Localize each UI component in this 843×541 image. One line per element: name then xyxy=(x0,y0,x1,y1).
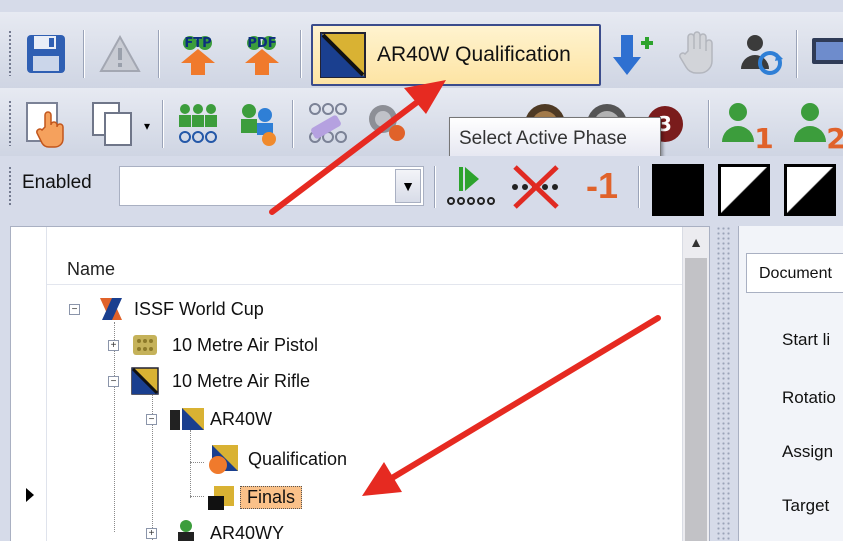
pdf-upload-icon[interactable]: PDF xyxy=(236,28,288,80)
shooter-rank-1-icon[interactable]: 1 xyxy=(718,98,780,154)
event-ribbon-icon xyxy=(100,298,122,320)
hand-select-icon[interactable] xyxy=(22,98,74,150)
assign-label: Assign xyxy=(782,442,834,461)
tree-node-label: AR40W xyxy=(210,408,273,429)
tree-node-label: Qualification xyxy=(248,448,348,469)
tree-node-10m-air-rifle[interactable]: 10 Metre Air Rifle xyxy=(130,364,310,398)
vertical-scrollbar[interactable]: ▲ xyxy=(682,227,709,541)
toolbar-separator xyxy=(708,100,709,148)
expand-toggle[interactable]: + xyxy=(146,528,157,539)
active-phase-label: AR40W Qualification xyxy=(377,43,571,66)
svg-text:2: 2 xyxy=(826,122,843,154)
minus-one-button[interactable]: -1 xyxy=(572,160,632,212)
toolbar-separator xyxy=(300,30,301,78)
tree-line xyxy=(190,496,204,497)
finals-phase-icon xyxy=(208,486,234,510)
youth-rifle-match-icon xyxy=(178,520,194,541)
svg-text:FTP: FTP xyxy=(184,36,211,51)
copy-dropdown-arrow[interactable]: ▾ xyxy=(140,116,154,136)
select-active-phase-button[interactable]: AR40W Qualification xyxy=(311,24,601,86)
copy-document-icon[interactable] xyxy=(88,98,140,150)
half-diagonal-icon[interactable] xyxy=(718,164,770,216)
tree-node-label: ISSF World Cup xyxy=(134,298,264,319)
toolbar-grip[interactable] xyxy=(8,166,12,206)
filter-combobox[interactable]: ▼ xyxy=(119,166,424,206)
save-icon[interactable] xyxy=(22,30,70,78)
toolbar-grip[interactable] xyxy=(8,30,12,76)
toolbar-separator xyxy=(796,30,797,78)
tree-node-label: 10 Metre Air Pistol xyxy=(172,334,319,355)
toolbar-separator xyxy=(638,166,639,208)
shooters-erase-icon[interactable] xyxy=(302,98,354,150)
expand-toggle[interactable]: + xyxy=(108,340,119,351)
target-remove-icon[interactable] xyxy=(362,98,414,150)
tooltip-text: Select Active Phase xyxy=(459,128,627,149)
target-label: Target xyxy=(782,496,830,515)
scrollbar-thumb[interactable] xyxy=(685,258,707,541)
panel-splitter[interactable] xyxy=(717,226,731,541)
column-header-name: Name xyxy=(67,259,116,279)
chevron-down-icon[interactable]: ▼ xyxy=(395,169,421,203)
tree-node-finals[interactable]: Finals xyxy=(206,480,303,514)
qualification-phase-icon xyxy=(209,445,238,474)
import-arrow-icon[interactable] xyxy=(608,28,660,80)
tree-node-label: AR40WY xyxy=(210,522,285,541)
tree-node-qualification[interactable]: Qualification xyxy=(206,442,347,476)
rifle-match-icon xyxy=(170,408,204,430)
shooters-group-icon[interactable] xyxy=(172,98,224,150)
rotation-label: Rotatio xyxy=(782,388,836,407)
tree-node-label: 10 Metre Air Rifle xyxy=(172,370,311,391)
hand-cursor-disabled-icon[interactable] xyxy=(672,28,724,80)
ftp-upload-icon[interactable]: FTP xyxy=(172,28,224,80)
toolbar-separator xyxy=(162,100,163,148)
svg-text:PDF: PDF xyxy=(247,36,276,51)
user-sync-icon[interactable] xyxy=(734,28,786,80)
tree-line xyxy=(190,462,204,463)
tree-node-issf-world-cup[interactable]: ISSF World Cup xyxy=(96,292,264,326)
toolbar-separator xyxy=(292,100,293,148)
filter-label: Enabled xyxy=(22,172,92,193)
app-window: FTP PDF AR40W Qualification ▾ 3 1 2 Sele… xyxy=(0,0,843,541)
tree-column-header[interactable]: Name xyxy=(47,227,682,285)
tree-node-label: Finals xyxy=(240,485,303,509)
start-sequence-icon[interactable] xyxy=(444,160,500,212)
svg-text:1: 1 xyxy=(754,122,773,154)
tree-line xyxy=(114,322,115,532)
toolbar-separator xyxy=(158,30,159,78)
toolbar-grip[interactable] xyxy=(8,100,12,146)
tab-label: Document xyxy=(759,265,832,282)
shooter-rank-2-icon[interactable]: 2 xyxy=(790,98,843,154)
toolbar-separator xyxy=(83,30,84,78)
tree-node-10m-air-pistol[interactable]: 10 Metre Air Pistol xyxy=(130,328,318,362)
scroll-up-icon[interactable]: ▲ xyxy=(683,227,709,257)
tree-line xyxy=(190,430,191,498)
tab-documents[interactable]: Document xyxy=(746,253,843,293)
shooter-assign-icon[interactable] xyxy=(232,98,284,150)
rifle-discipline-icon xyxy=(131,367,159,395)
collapse-toggle[interactable]: − xyxy=(108,376,119,387)
tree-node-ar40w[interactable]: AR40W xyxy=(166,402,272,436)
warning-icon[interactable] xyxy=(96,30,144,78)
monitor-icon[interactable] xyxy=(806,28,843,80)
current-row-indicator xyxy=(26,488,34,502)
collapse-toggle[interactable]: − xyxy=(146,414,157,425)
black-square-icon[interactable] xyxy=(652,164,704,216)
collapse-toggle[interactable]: − xyxy=(69,304,80,315)
toolbar-separator xyxy=(434,166,435,208)
minus-one-label: -1 xyxy=(585,165,618,206)
tooltip: Select Active Phase xyxy=(449,117,661,161)
rifle-discipline-icon xyxy=(320,32,366,78)
tree-node-ar40wy[interactable]: AR40WY xyxy=(166,516,284,541)
clear-sequence-icon[interactable] xyxy=(506,160,566,212)
pistol-discipline-icon xyxy=(133,335,157,355)
start-list-label: Start li xyxy=(782,330,831,349)
half-diagonal-alt-icon[interactable] xyxy=(784,164,836,216)
